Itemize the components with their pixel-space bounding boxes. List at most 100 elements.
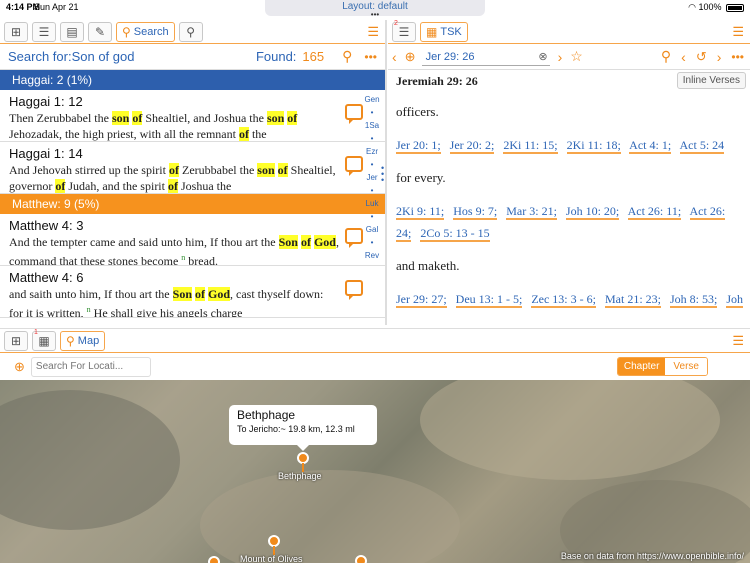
map-popup[interactable]: Bethphage To Jericho:~ 19.8 km, 12.3 ml bbox=[229, 405, 377, 445]
verse-text-segment: Shealtiel, and Joshua the bbox=[142, 111, 267, 125]
tab-search[interactable]: ⚲ Search bbox=[116, 21, 175, 42]
clear-icon[interactable]: ⊗ bbox=[538, 48, 547, 66]
battery-icon bbox=[726, 3, 744, 12]
chevron-left-icon[interactable]: ‹ bbox=[681, 49, 686, 65]
cross-reference-link[interactable]: Deu 13: 1 - 5; bbox=[455, 292, 523, 308]
book-index-item[interactable]: Luk bbox=[360, 197, 384, 210]
cross-reference-link[interactable]: Jer 20: 1; bbox=[396, 138, 441, 154]
cross-reference-link[interactable]: Act 26: 11; bbox=[627, 204, 682, 220]
cross-reference-link[interactable]: Joh 8: 53; bbox=[669, 292, 718, 308]
location-pin-icon: ⚲ bbox=[186, 24, 196, 39]
more-icon[interactable]: ••• bbox=[731, 50, 744, 64]
verse-text-segment: Joshua the bbox=[177, 179, 232, 193]
layout-selector[interactable]: Layout: default ••• bbox=[265, 0, 485, 19]
pane-divider[interactable] bbox=[385, 20, 387, 325]
result-verse[interactable]: Matthew 4: 6 and saith unto him, If thou … bbox=[0, 266, 385, 318]
result-group-header[interactable]: Matthew: 9 (5%) bbox=[0, 194, 385, 214]
commentary-button[interactable]: ▤ bbox=[60, 21, 84, 42]
book-index-item[interactable]: • bbox=[360, 210, 384, 223]
search-icon[interactable]: ⚲ bbox=[661, 48, 671, 65]
chapter-button[interactable]: Chapter bbox=[617, 358, 666, 375]
cross-reference-link[interactable]: Joh bbox=[726, 292, 743, 308]
inline-verses-button[interactable]: Inline Verses bbox=[676, 72, 746, 89]
comment-icon[interactable] bbox=[345, 280, 363, 300]
reference-input[interactable]: Jer 29: 26 ⊗ bbox=[421, 48, 550, 66]
tab-tsk[interactable]: ▦ TSK bbox=[420, 21, 468, 42]
add-pane-button[interactable]: ⊞ bbox=[4, 330, 28, 351]
cross-reference-link[interactable]: 2Ki 9: 11; bbox=[396, 204, 445, 220]
search-icon[interactable]: ⚲ bbox=[342, 48, 352, 65]
tsk-icon: ▦ bbox=[426, 24, 438, 39]
tsk-button[interactable]: 1 ▦ bbox=[32, 329, 56, 351]
verse-text: and saith unto him, If thou art the Son … bbox=[9, 286, 339, 318]
result-verse[interactable]: Matthew 4: 3 And the tempter came and sai… bbox=[0, 214, 385, 266]
book-index-item[interactable]: • bbox=[360, 236, 384, 249]
book-index-item[interactable]: • bbox=[360, 184, 384, 197]
book-index-item[interactable]: • bbox=[360, 106, 384, 119]
download-icon[interactable]: ⊕ bbox=[14, 359, 25, 375]
cross-reference-link[interactable]: Act 5: 24 bbox=[679, 138, 725, 154]
popup-distance: To Jericho:~ 19.8 km, 12.3 ml bbox=[237, 424, 355, 434]
more-icon[interactable]: ••• bbox=[364, 50, 377, 64]
verse-text-segment: He shall give his angels charge bbox=[90, 306, 243, 318]
list-button[interactable]: ☰ bbox=[32, 21, 56, 42]
tab-map[interactable]: ⚲ Map bbox=[60, 330, 106, 351]
result-verse[interactable]: Haggai 1: 12 Then Zerubbabel the son of S… bbox=[0, 90, 385, 142]
wifi-icon: ◠ bbox=[688, 2, 696, 12]
cross-reference-link[interactable]: Jer 29: 27; bbox=[396, 292, 447, 308]
map-pin[interactable] bbox=[355, 555, 367, 563]
cross-reference-link[interactable]: 2Co 5: 13 - 15 bbox=[420, 226, 490, 242]
tsk-icon: ▦ bbox=[38, 333, 50, 348]
book-index-item[interactable]: Rev bbox=[360, 249, 384, 262]
cross-reference-link[interactable]: 2Ki 11: 18; bbox=[566, 138, 621, 154]
pane-menu-icon[interactable]: ☰ bbox=[732, 333, 744, 349]
chevron-right-icon[interactable]: › bbox=[717, 49, 722, 65]
resize-handle[interactable]: • • • bbox=[381, 164, 384, 185]
map-pin-mount-of-olives[interactable] bbox=[268, 535, 280, 555]
book-index-item[interactable]: Gal bbox=[360, 223, 384, 236]
results-list: Haggai: 2 (1%) Haggai 1: 12 Then Zerubbabe… bbox=[0, 70, 385, 318]
cross-reference-link[interactable]: Zec 13: 3 - 6; bbox=[531, 292, 596, 308]
list-button[interactable]: 2 ☰ bbox=[392, 20, 416, 42]
result-group-header[interactable]: Haggai: 2 (1%) bbox=[0, 70, 385, 90]
verse-reference: Matthew 4: 3 bbox=[9, 218, 84, 233]
cross-reference-link[interactable]: Act 4: 1; bbox=[629, 138, 672, 154]
location-button[interactable]: ⚲ bbox=[178, 21, 203, 42]
tsk-pane: 2 ☰ ▦ TSK ☰ ‹ ⊕ Jer 29: 26 ⊗ › ☆ ⚲ ‹ ↺ › … bbox=[388, 20, 750, 325]
pin-label: Bethphage bbox=[278, 471, 322, 481]
cross-reference-link[interactable]: Mar 3: 21; bbox=[506, 204, 557, 220]
pane-menu-icon[interactable]: ☰ bbox=[367, 24, 379, 40]
book-index-item[interactable]: 1Sa bbox=[360, 119, 384, 132]
verse-text-segment: Then Zerubbabel the bbox=[9, 111, 112, 125]
add-pane-button[interactable]: ⊞ bbox=[4, 21, 28, 42]
search-query[interactable]: Search for:Son of god bbox=[8, 49, 134, 64]
chevron-right-icon[interactable]: › bbox=[558, 49, 563, 65]
map-pin[interactable] bbox=[208, 556, 220, 563]
book-index-item[interactable]: • bbox=[360, 132, 384, 145]
status-date: Sun Apr 21 bbox=[34, 2, 79, 12]
verse-button[interactable]: Verse bbox=[665, 358, 707, 375]
tsk-word-1: officers. bbox=[396, 104, 439, 119]
notes-button[interactable]: ✎ bbox=[88, 21, 112, 42]
location-search-input[interactable] bbox=[30, 356, 151, 377]
chevron-left-icon[interactable]: ‹ bbox=[392, 49, 397, 65]
multitask-dots[interactable]: ••• bbox=[265, 11, 485, 19]
result-verse[interactable]: Haggai 1: 14 And Jehovah stirred up the s… bbox=[0, 142, 385, 194]
download-icon[interactable]: ⊕ bbox=[405, 49, 416, 65]
book-index-item[interactable]: Ezr bbox=[360, 145, 384, 158]
highlighted-term: God bbox=[208, 287, 231, 301]
highlighted-term: of bbox=[168, 163, 179, 177]
book-index-item[interactable]: Gen bbox=[360, 93, 384, 106]
satellite-map[interactable]: Bethphage To Jericho:~ 19.8 km, 12.3 ml … bbox=[0, 380, 750, 563]
star-icon[interactable]: ☆ bbox=[570, 48, 583, 65]
pane-menu-icon[interactable]: ☰ bbox=[732, 24, 744, 40]
cross-reference-link[interactable]: Jer 20: 2; bbox=[449, 138, 495, 154]
status-right: ◠ 100% bbox=[688, 2, 744, 13]
cross-reference-link[interactable]: Joh 10: 20; bbox=[565, 204, 620, 220]
book-icon: ▤ bbox=[66, 24, 78, 39]
cross-reference-link[interactable]: Hos 9: 7; bbox=[453, 204, 498, 220]
history-icon[interactable]: ↺ bbox=[696, 49, 707, 65]
map-pin-bethphage[interactable] bbox=[297, 452, 309, 472]
cross-reference-link[interactable]: Mat 21: 23; bbox=[604, 292, 661, 308]
cross-reference-link[interactable]: 2Ki 11: 15; bbox=[503, 138, 558, 154]
